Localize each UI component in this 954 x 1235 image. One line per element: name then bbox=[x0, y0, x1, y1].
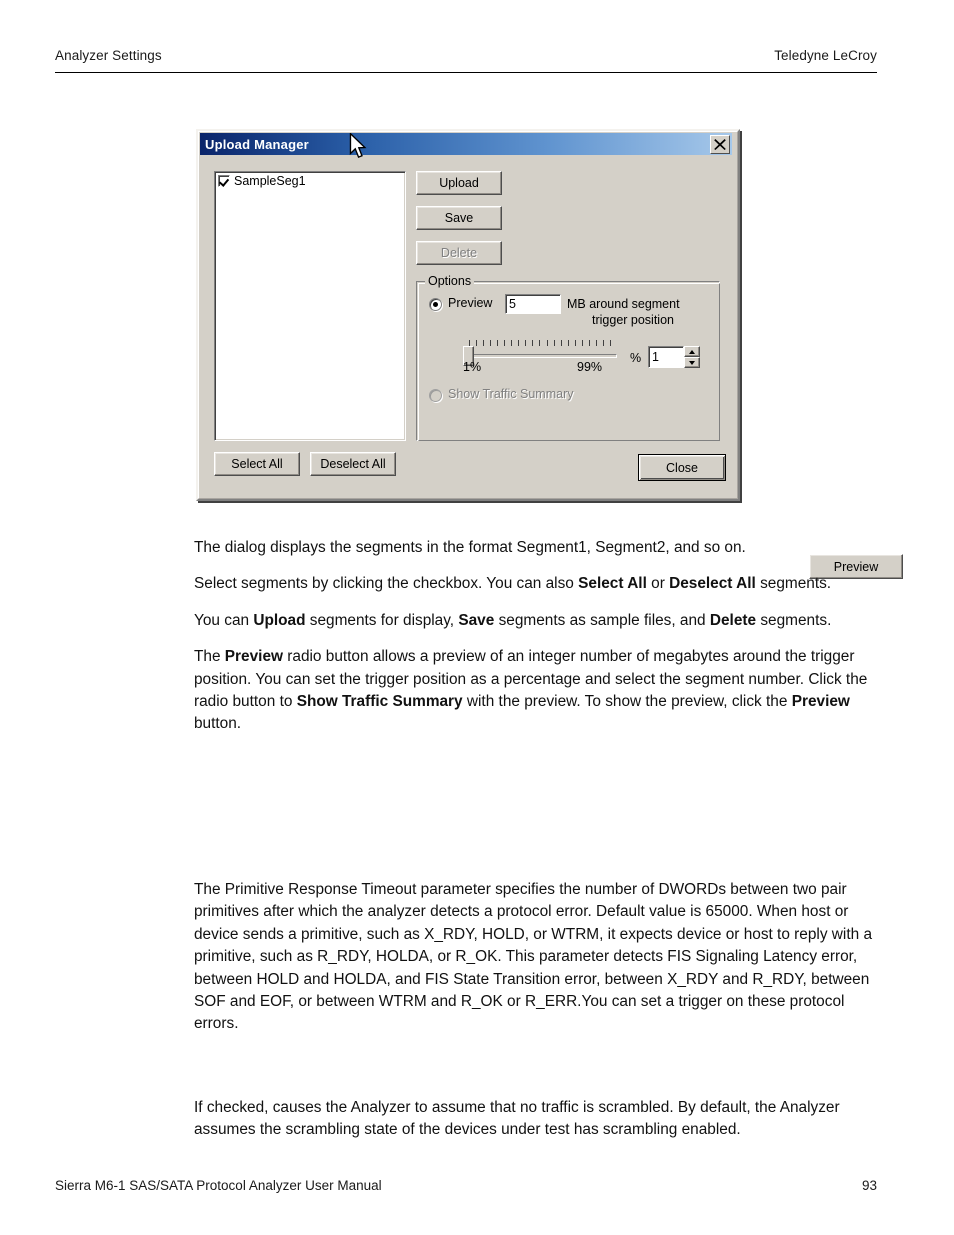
paragraph: Select segments by clicking the checkbox… bbox=[194, 573, 876, 595]
body-text: with the preview. To show the preview, c… bbox=[462, 693, 792, 711]
save-button[interactable]: Save bbox=[416, 206, 502, 230]
page-running-header: Analyzer Settings Teledyne LeCroy bbox=[55, 48, 877, 73]
footer-manual-title: Sierra M6-1 SAS/SATA Protocol Analyzer U… bbox=[55, 1178, 382, 1193]
paragraph: The Preview radio button allows a previe… bbox=[194, 646, 876, 736]
preview-radio-row[interactable]: Preview bbox=[429, 296, 492, 311]
emphasis-text: Select All bbox=[578, 575, 647, 593]
body-text: button. bbox=[194, 715, 242, 733]
segment-listbox[interactable]: SampleSeg1 bbox=[214, 171, 406, 441]
body-paragraph-block-1: The dialog displays the segments in the … bbox=[194, 537, 876, 750]
paragraph: The dialog displays the segments in the … bbox=[194, 537, 876, 559]
emphasis-text: Delete bbox=[709, 611, 757, 629]
body-paragraph-block-2: The Primitive Response Timeout parameter… bbox=[194, 879, 876, 1050]
dialog-title-bar[interactable]: Upload Manager bbox=[200, 133, 732, 155]
preview-mb-input[interactable]: 5 bbox=[505, 294, 561, 314]
paragraph: The Primitive Response Timeout parameter… bbox=[194, 879, 876, 1036]
upload-button[interactable]: Upload bbox=[416, 171, 502, 195]
dialog-title: Upload Manager bbox=[205, 136, 309, 152]
emphasis-text: Deselect All bbox=[669, 575, 756, 593]
preview-radio-button[interactable] bbox=[429, 298, 442, 311]
mb-caption-line1: MB around segment bbox=[567, 297, 680, 311]
body-text: The Primitive Response Timeout parameter… bbox=[194, 881, 873, 1033]
close-button[interactable]: Close bbox=[638, 454, 726, 481]
mb-caption: MB around segment trigger position bbox=[567, 296, 707, 328]
body-text: segments. bbox=[755, 575, 832, 593]
slider-ticks bbox=[469, 340, 611, 347]
list-item[interactable]: SampleSeg1 bbox=[215, 172, 405, 188]
body-text: The dialog displays the segments in the … bbox=[194, 539, 746, 556]
header-company-name: Teledyne LeCroy bbox=[774, 48, 877, 63]
body-text: The bbox=[194, 648, 225, 666]
body-text: segments for display, bbox=[305, 611, 459, 629]
options-groupbox-title: Options bbox=[425, 274, 475, 288]
paragraph: You can Upload segments for display, Sav… bbox=[194, 610, 876, 632]
body-text: or bbox=[646, 575, 670, 593]
slider-max-label: 99% bbox=[577, 360, 603, 374]
segment-number-value: 1 bbox=[652, 350, 659, 364]
segment-checkbox[interactable] bbox=[218, 175, 230, 187]
show-traffic-summary-label: Show Traffic Summary bbox=[448, 387, 574, 401]
close-icon[interactable] bbox=[710, 134, 730, 154]
delete-button: Delete bbox=[416, 241, 502, 265]
show-traffic-summary-radio-button bbox=[429, 389, 442, 402]
header-chapter-title: Analyzer Settings bbox=[55, 48, 162, 63]
preview-mb-value: 5 bbox=[509, 297, 516, 311]
body-text: You can bbox=[194, 611, 254, 629]
emphasis-text: Save bbox=[458, 611, 495, 629]
emphasis-text: Show Traffic Summary bbox=[296, 693, 463, 711]
chevron-down-icon[interactable] bbox=[684, 357, 700, 368]
percent-sign-label: % bbox=[630, 351, 642, 365]
chevron-up-icon[interactable] bbox=[684, 346, 700, 357]
select-all-button[interactable]: Select All bbox=[214, 452, 300, 476]
body-paragraph-block-3: If checked, causes the Analyzer to assum… bbox=[194, 1097, 876, 1156]
deselect-all-button[interactable]: Deselect All bbox=[310, 452, 396, 476]
segment-label: SampleSeg1 bbox=[234, 174, 306, 188]
page-number: 93 bbox=[861, 1178, 877, 1193]
body-text: Select segments by clicking the checkbox… bbox=[194, 575, 579, 593]
preview-radio-label: Preview bbox=[448, 296, 493, 310]
slider-track[interactable] bbox=[469, 354, 617, 358]
upload-manager-dialog: Upload Manager SampleSeg1 Upload Save De… bbox=[196, 129, 903, 579]
options-groupbox: Options Preview 5 MB around segment trig… bbox=[416, 274, 903, 579]
segment-number-input[interactable]: 1 bbox=[648, 346, 684, 368]
emphasis-text: Preview bbox=[791, 693, 850, 711]
body-text: segments. bbox=[756, 611, 832, 629]
emphasis-text: Preview bbox=[224, 648, 283, 666]
slider-min-label: 1% bbox=[463, 360, 482, 374]
trigger-position-slider[interactable]: 1% 99% bbox=[463, 340, 623, 374]
paragraph: If checked, causes the Analyzer to assum… bbox=[194, 1097, 876, 1142]
page-running-footer: Sierra M6-1 SAS/SATA Protocol Analyzer U… bbox=[55, 1178, 877, 1193]
body-text: If checked, causes the Analyzer to assum… bbox=[194, 1099, 840, 1139]
emphasis-text: Upload bbox=[253, 611, 306, 629]
body-text: segments as sample files, and bbox=[494, 611, 710, 629]
show-traffic-summary-radio-row: Show Traffic Summary bbox=[429, 387, 574, 402]
mb-caption-line2: trigger position bbox=[592, 313, 674, 327]
segment-number-stepper[interactable] bbox=[684, 346, 700, 368]
header-rule bbox=[55, 72, 877, 73]
